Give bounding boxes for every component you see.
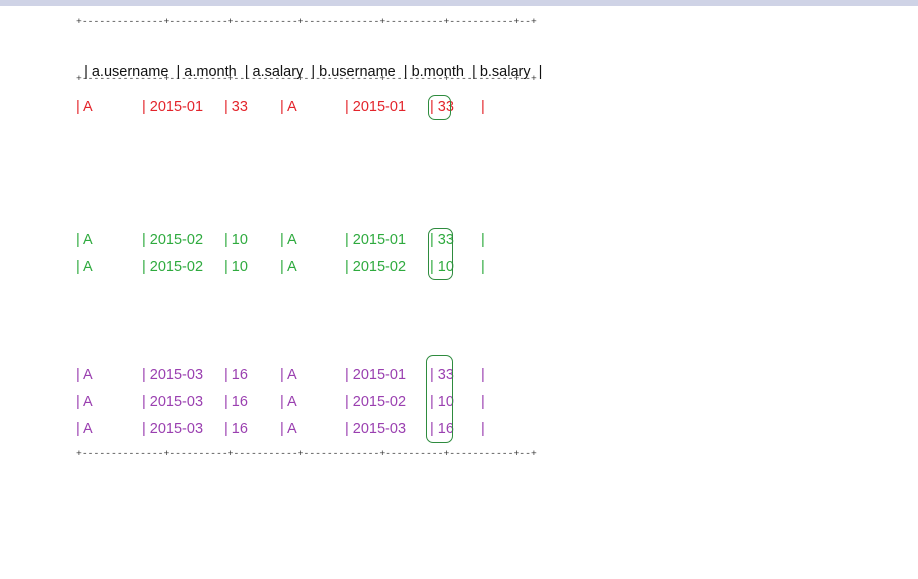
cell-a-username: | A (76, 99, 93, 115)
cell-a-month: | 2015-03 (142, 421, 204, 437)
salary-highlight-box (426, 355, 453, 443)
cell-a-salary: | 33 (224, 99, 248, 115)
cell-a-month: | 2015-03 (142, 367, 204, 383)
cell-b-month: | 2015-03 (345, 421, 407, 437)
cell-a-salary: | 10 (224, 259, 248, 275)
cell-a-username: | A (76, 421, 93, 437)
cell-b-month: | 2015-02 (345, 259, 407, 275)
cell-a-month: | 2015-02 (142, 232, 204, 248)
cell-a-salary: | 16 (224, 367, 248, 383)
cell-end: | (481, 232, 485, 248)
table-top-border: +--------------+----------+-----------+-… (76, 17, 537, 27)
table-row: | A | 2015-01 | 33 | A | 2015-01 | 33 | (76, 97, 485, 117)
cell-a-username: | A (76, 394, 93, 410)
cell-a-month: | 2015-01 (142, 99, 204, 115)
cell-a-username: | A (76, 259, 93, 275)
table-row: | A | 2015-02 | 10 | A | 2015-01 | 33 | (76, 230, 485, 250)
table-header-border: +--------------+----------+-----------+-… (76, 74, 537, 84)
cell-b-month: | 2015-01 (345, 367, 407, 383)
cell-a-username: | A (76, 367, 93, 383)
cell-b-month: | 2015-01 (345, 232, 407, 248)
cell-end: | (481, 394, 485, 410)
cell-end: | (481, 99, 485, 115)
cell-end: | (481, 259, 485, 275)
cell-b-username: | A (280, 232, 297, 248)
table-row: | A | 2015-03 | 16 | A | 2015-02 | 10 | (76, 392, 485, 412)
table-row: | A | 2015-03 | 16 | A | 2015-03 | 16 | (76, 419, 485, 439)
cell-a-month: | 2015-03 (142, 394, 204, 410)
cell-end: | (481, 367, 485, 383)
cell-b-username: | A (280, 394, 297, 410)
cell-a-salary: | 10 (224, 232, 248, 248)
cell-b-username: | A (280, 259, 297, 275)
cell-a-username: | A (76, 232, 93, 248)
table-row: | A | 2015-03 | 16 | A | 2015-01 | 33 | (76, 365, 485, 385)
cell-end: | (481, 421, 485, 437)
salary-highlight-box (428, 228, 453, 280)
cell-a-salary: | 16 (224, 394, 248, 410)
cell-b-month: | 2015-01 (345, 99, 407, 115)
cell-b-month: | 2015-02 (345, 394, 407, 410)
table-row: | A | 2015-02 | 10 | A | 2015-02 | 10 | (76, 257, 485, 277)
cell-b-username: | A (280, 421, 297, 437)
cell-a-month: | 2015-02 (142, 259, 204, 275)
cell-b-username: | A (280, 99, 297, 115)
table-bottom-border: +--------------+----------+-----------+-… (76, 449, 537, 459)
window-top-bar (0, 0, 918, 6)
cell-b-username: | A (280, 367, 297, 383)
cell-a-salary: | 16 (224, 421, 248, 437)
salary-highlight-box (428, 95, 451, 120)
table-header: | a.username | a.month | a.salary | b.us… (76, 42, 542, 80)
